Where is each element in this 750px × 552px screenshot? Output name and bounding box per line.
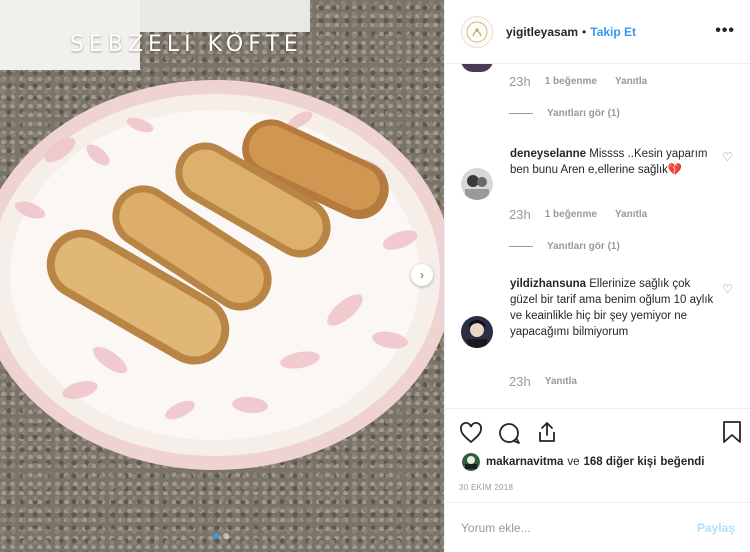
post-image: SEBZELİ KÖFTE › [0, 0, 444, 552]
share-icon[interactable] [535, 420, 559, 447]
likes-others[interactable]: 168 diğer kişi [584, 456, 657, 468]
comment-likes[interactable]: 1 beğenme [545, 76, 597, 87]
replies-divider [509, 246, 533, 247]
post-header: yigitleyasam • Takip Et ••• [445, 0, 750, 64]
comment-meta: 23h 1 beğenme Yanıtla [509, 74, 665, 89]
comment-likes[interactable]: 1 beğenme [545, 209, 597, 220]
view-replies-label: Yanıtları gör (1) [547, 241, 620, 252]
reply-button[interactable]: Yanıtla [615, 76, 647, 87]
comment-meta: 23h 1 beğenme Yanıtla [509, 207, 665, 222]
bookmark-icon[interactable] [721, 420, 743, 447]
avatar[interactable] [462, 453, 480, 471]
reply-button[interactable]: Yanıtla [545, 376, 577, 387]
list-item: yildizhansuna Ellerinize sağlık çok güze… [461, 276, 750, 348]
view-replies-button[interactable]: Yanıtları gör (1) [509, 241, 620, 252]
post-comment-button[interactable]: Paylaş [697, 521, 735, 535]
comment-username[interactable]: yildizhansuna [510, 278, 586, 290]
more-horizontal-icon[interactable]: ••• [715, 22, 735, 40]
comment-time[interactable]: 23h [509, 374, 531, 389]
comment-input[interactable] [461, 520, 697, 535]
view-replies-label: Yanıtları gör (1) [547, 108, 620, 119]
user-photo-icon [461, 168, 493, 200]
carousel-indicator [213, 533, 229, 539]
likes-suffix: beğendi [660, 456, 705, 468]
avatar[interactable] [461, 15, 493, 48]
post-sidebar: yigitleyasam • Takip Et ••• 23h 1 beğenm… [444, 0, 750, 552]
header-separator: • [582, 24, 587, 39]
carousel-next-button[interactable]: › [411, 264, 433, 286]
likes-connector: ve [567, 456, 580, 468]
view-replies-button[interactable]: Yanıtları gör (1) [509, 108, 620, 119]
post-username[interactable]: yigitleyasam [506, 25, 578, 39]
list-item: deneyselanne Missss ..Kesin yaparım ben … [461, 146, 750, 200]
carousel-dot [223, 533, 229, 539]
comment-meta: 23h Yanıtla [509, 374, 595, 389]
comment-body: deneyselanne Missss ..Kesin yaparım ben … [510, 146, 720, 200]
follow-button[interactable]: Takip Et [590, 25, 636, 39]
instagram-post: SEBZELİ KÖFTE › yigitleyasam • Takip Et … [0, 0, 750, 552]
avatar[interactable] [461, 168, 493, 200]
add-comment-bar: Paylaş [445, 502, 750, 552]
heart-icon[interactable]: ♡ [722, 282, 733, 296]
user-photo-icon [461, 316, 493, 348]
food-photo [0, 0, 444, 470]
profile-logo-icon [466, 21, 488, 42]
chevron-right-icon: › [420, 268, 424, 282]
comment-time[interactable]: 23h [509, 74, 531, 89]
post-date[interactable]: 30 EKİM 2018 [459, 483, 513, 492]
avatar[interactable] [461, 64, 493, 72]
comment-icon[interactable] [497, 421, 521, 448]
heart-icon[interactable]: ♡ [722, 150, 733, 164]
liker-username[interactable]: makarnavitma [486, 456, 563, 468]
comment-time[interactable]: 23h [509, 207, 531, 222]
heart-icon[interactable] [459, 421, 483, 448]
carousel-dot [213, 533, 219, 539]
user-photo-icon [462, 453, 480, 471]
avatar[interactable] [461, 316, 493, 348]
replies-divider [509, 113, 533, 114]
reply-button[interactable]: Yanıtla [615, 209, 647, 220]
comment-body: yildizhansuna Ellerinize sağlık çok güze… [510, 276, 720, 348]
likes-summary: makarnavitma ve 168 diğer kişi beğendi [462, 453, 704, 471]
overlay-title: SEBZELİ KÖFTE [70, 32, 303, 57]
comment-username[interactable]: deneyselanne [510, 148, 586, 160]
post-actions: makarnavitma ve 168 diğer kişi beğendi 3… [445, 408, 750, 502]
comments-list[interactable]: 23h 1 beğenme Yanıtla Yanıtları gör (1) [445, 64, 750, 408]
